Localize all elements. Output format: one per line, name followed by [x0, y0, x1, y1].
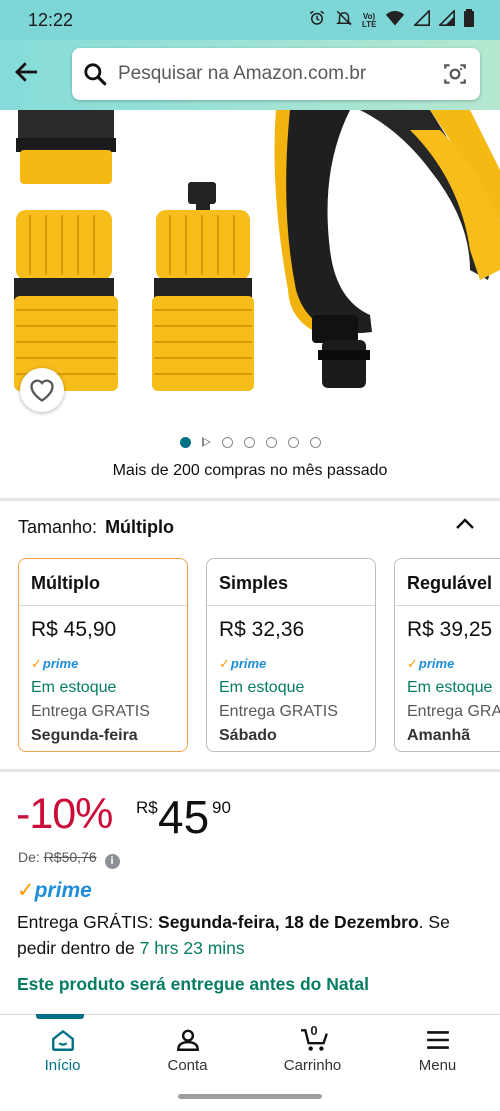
size-option-card-simples[interactable]: Simples R$ 32,36 ✓prime Em estoque Entre…: [206, 558, 376, 752]
carousel-dot[interactable]: [221, 436, 233, 448]
size-option-card-multiplo[interactable]: Múltiplo R$ 45,90 ✓prime Em estoque Entr…: [18, 558, 188, 752]
chevron-up-icon[interactable]: [454, 514, 476, 534]
list-price: De: R$50,76 i: [18, 849, 120, 869]
search-icon: [82, 61, 108, 87]
prime-badge: ✓prime: [31, 656, 79, 671]
nav-account[interactable]: Conta: [125, 1015, 250, 1083]
delivery-day: Sábado: [219, 727, 277, 744]
size-selected-value: Múltiplo: [105, 517, 175, 537]
status-bar: 12:22 Vo) LTE: [0, 0, 500, 40]
carousel-dot[interactable]: [309, 436, 321, 448]
search-input[interactable]: [118, 48, 428, 100]
nav-account-label: Conta: [167, 1057, 208, 1074]
nav-home-label: Início: [44, 1057, 81, 1074]
delivery-date: Segunda-feira, 18 de Dezembro: [158, 912, 419, 932]
signal-icon: [412, 8, 430, 32]
discount-percentage: -10%: [16, 790, 113, 838]
menu-icon: [425, 1027, 451, 1053]
shipping-text: Entrega GRATIS: [219, 703, 338, 720]
delivery-countdown: 7 hrs 23 mins: [139, 938, 245, 958]
list-price-value: R$50,76: [43, 849, 97, 865]
mute-icon: [335, 9, 353, 33]
prime-logo: ✓prime: [17, 879, 92, 902]
carousel-dot[interactable]: [265, 436, 277, 448]
back-arrow-icon[interactable]: [12, 57, 42, 87]
account-icon: [175, 1027, 201, 1053]
purchase-count-text: Mais de 200 compras no mês passado: [112, 462, 388, 479]
delivery-prefix: Entrega GRÁTIS:: [17, 912, 159, 932]
camera-search-icon[interactable]: [442, 61, 468, 87]
price-currency: R$: [136, 798, 158, 817]
home-icon: [50, 1027, 76, 1053]
shipping-text: Entrega GRATIS: [31, 703, 150, 720]
battery-icon: [464, 9, 474, 33]
size-options-carousel[interactable]: Múltiplo R$ 45,90 ✓prime Em estoque Entr…: [18, 558, 500, 752]
stock-status: Em estoque: [219, 679, 305, 696]
status-icons: Vo) LTE: [308, 8, 474, 33]
delivery-day: Segunda-feira: [31, 727, 138, 744]
size-option-price: R$ 39,25: [407, 618, 493, 641]
section-divider: [0, 769, 500, 772]
wifi-icon: [385, 9, 405, 33]
status-time: 12:22: [28, 10, 74, 30]
search-header: [0, 40, 500, 110]
alarm-icon: [308, 9, 326, 33]
stock-status: Em estoque: [407, 679, 493, 696]
nav-home[interactable]: Início: [0, 1014, 125, 1083]
info-icon[interactable]: i: [104, 854, 120, 869]
nav-menu[interactable]: Menu: [375, 1015, 500, 1083]
video-play-icon[interactable]: [201, 437, 211, 447]
price-whole: 45: [158, 791, 210, 843]
stock-status: Em estoque: [31, 679, 117, 696]
prime-badge: ✓prime: [407, 656, 455, 671]
image-carousel-dots[interactable]: [0, 434, 500, 450]
delivery-day: Amanhã: [407, 727, 471, 744]
size-label: Tamanho:: [18, 517, 98, 537]
gesture-handle[interactable]: [178, 1094, 322, 1099]
cart-icon: [300, 1027, 328, 1053]
size-selector-label[interactable]: Tamanho: Múltiplo: [18, 517, 174, 538]
shipping-text: Entrega GRATIS: [407, 703, 500, 720]
product-image[interactable]: [0, 110, 500, 420]
nav-cart[interactable]: 0 Carrinho: [250, 1015, 375, 1083]
nav-cart-label: Carrinho: [283, 1057, 342, 1074]
section-divider: [0, 498, 500, 501]
delivery-info: Entrega GRÁTIS: Segunda-feira, 18 de Dez…: [17, 909, 487, 961]
bottom-navigation: Início Conta 0 Carrinho Menu: [0, 1014, 500, 1082]
signal-icon: [437, 8, 455, 32]
carousel-dot[interactable]: [179, 436, 191, 448]
size-option-title: Regulável: [395, 559, 500, 606]
active-tab-indicator: [36, 1014, 84, 1019]
list-price-label: De:: [18, 849, 40, 865]
nav-menu-label: Menu: [418, 1057, 457, 1074]
carousel-dot[interactable]: [243, 436, 255, 448]
search-box[interactable]: [72, 48, 480, 100]
christmas-delivery-note: Este produto será entregue antes do Nata…: [17, 974, 370, 994]
prime-badge: ✓prime: [219, 656, 267, 671]
size-option-title: Simples: [207, 559, 375, 606]
size-option-price: R$ 45,90: [31, 618, 117, 641]
size-option-card-regulavel[interactable]: Regulável R$ 39,25 ✓prime Em estoque Ent…: [394, 558, 500, 752]
carousel-dot[interactable]: [287, 436, 299, 448]
size-option-title: Múltiplo: [19, 559, 187, 606]
wishlist-heart-icon[interactable]: [20, 368, 64, 412]
volte-icon: Vo) LTE: [362, 12, 377, 29]
price-fraction: 90: [212, 798, 231, 817]
size-option-price: R$ 32,36: [219, 618, 305, 641]
gesture-bar: [0, 1082, 500, 1111]
